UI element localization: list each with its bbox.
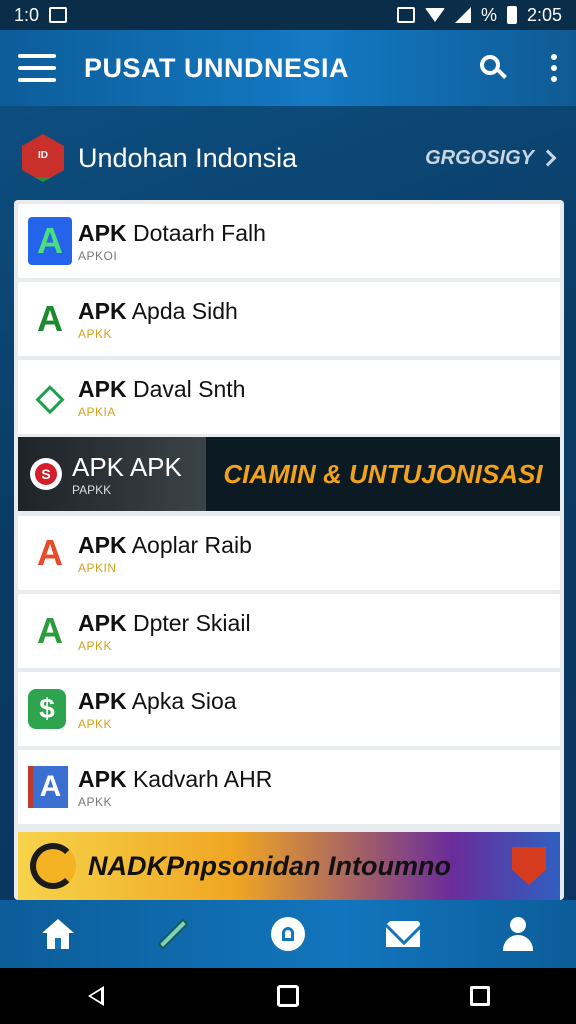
chevron-right-icon [539, 149, 557, 167]
app-icon: ◇ [36, 376, 64, 417]
search-icon[interactable] [478, 53, 508, 83]
bottom-navigation [0, 900, 576, 968]
see-all-link[interactable]: GRGOSIGY [425, 146, 557, 170]
list-item[interactable]: A APK Dpter Skiail APKK [18, 594, 560, 668]
app-subtitle: APKK [78, 794, 113, 809]
nav-profile[interactable] [488, 904, 548, 964]
section-logo: ID [22, 134, 64, 182]
signal-icon [454, 7, 471, 23]
home-icon [41, 919, 74, 949]
apk-prefix: APK [78, 609, 127, 636]
list-item[interactable]: A APK Kadvarh AHR APKK [18, 750, 560, 824]
list-item[interactable]: A APK Aoplar Raib APKIN [18, 516, 560, 590]
alarm-icon [396, 7, 415, 23]
app-subtitle: APKK [78, 638, 113, 653]
see-all-label: GRGOSIGY [425, 146, 534, 169]
list-item[interactable]: A APK Apda Sidh APKK [18, 282, 560, 356]
section-title: Undohan Indonsia [78, 142, 298, 173]
recents-icon [470, 986, 490, 1006]
apk-prefix: APK [78, 765, 127, 792]
list-item[interactable]: ◇ APK Daval Snth APKIA [18, 360, 560, 434]
user-icon [501, 917, 535, 951]
app-subtitle: APKOI [78, 248, 118, 263]
home-square-icon [277, 985, 299, 1007]
apk-prefix: APK [78, 297, 127, 324]
mail-icon [386, 921, 421, 947]
app-icon: A [37, 298, 63, 339]
status-time-right: 2:05 [526, 4, 562, 25]
apk-prefix: APK [78, 531, 127, 558]
app-name: Apda Sidh [131, 297, 238, 324]
back-icon [88, 986, 104, 1006]
banner-subtitle: PAPKK [72, 482, 112, 497]
system-back-button[interactable] [66, 966, 126, 1024]
nav-lock[interactable] [258, 904, 318, 964]
status-time-left: 1:0 [14, 4, 40, 25]
banner-title: APK APK [72, 451, 182, 482]
app-icon: $ [28, 689, 66, 729]
app-title: PUSAT UNNDNESIA [84, 52, 350, 83]
app-name: Daval Snth [132, 375, 246, 402]
app-icon: A [28, 217, 72, 265]
app-name: Kadvarh AHR [132, 765, 273, 792]
app-subtitle: APKIN [78, 560, 117, 575]
promo-banner-top[interactable]: S APK APK PAPKK CIAMIN & UNTUJONISASI [18, 437, 560, 511]
swirl-logo-icon [30, 843, 76, 889]
wifi-icon [424, 8, 445, 22]
list-item[interactable]: $ APK Apka Sioa APKK [18, 672, 560, 746]
app-name: Aoplar Raib [131, 531, 252, 558]
apk-prefix: APK [78, 687, 127, 714]
more-vert-icon[interactable] [550, 54, 558, 82]
app-list: A APK Dotaarh Falh APKOI A APK Apda Sidh… [14, 200, 564, 900]
section-header: ID Undohan Indonsia GRGOSIGY [22, 128, 557, 188]
lock-icon [270, 917, 305, 951]
hamburger-icon[interactable] [18, 54, 56, 82]
notification-icon [49, 7, 68, 23]
app-icon: A [37, 532, 63, 573]
system-navigation-bar [0, 968, 576, 1024]
pen-icon [157, 918, 189, 950]
brand-badge-icon: S [30, 458, 62, 490]
app-subtitle: APKK [78, 716, 113, 731]
app-subtitle: APKIA [78, 404, 116, 419]
app-icon: A [28, 766, 68, 808]
app-name: Dpter Skiail [132, 609, 251, 636]
app-bar: PUSAT UNNDNESIA [0, 30, 576, 106]
app-name: Apka Sioa [131, 687, 237, 714]
banner-bottom-text: NADKPnpsonidan Intoumno [88, 850, 451, 881]
app-name: Dotaarh Falh [132, 219, 266, 246]
battery-icon [506, 6, 517, 24]
battery-text: % [480, 4, 497, 25]
system-home-button[interactable] [258, 966, 318, 1024]
nav-mail[interactable] [373, 904, 433, 964]
status-bar: 1:0 % 2:05 [0, 0, 576, 30]
promo-banner-bottom[interactable]: NADKPnpsonidan Intoumno [18, 832, 560, 900]
nav-edit[interactable] [143, 904, 203, 964]
nav-home[interactable] [28, 904, 88, 964]
banner-tagline: CIAMIN & UNTUJONISASI [223, 458, 543, 489]
list-item[interactable]: A APK Dotaarh Falh APKOI [18, 204, 560, 278]
apk-prefix: APK [78, 219, 127, 246]
shield-icon [512, 847, 546, 885]
app-icon: A [37, 610, 63, 651]
apk-prefix: APK [78, 375, 127, 402]
app-subtitle: APKK [78, 326, 113, 341]
system-recents-button[interactable] [450, 966, 510, 1024]
